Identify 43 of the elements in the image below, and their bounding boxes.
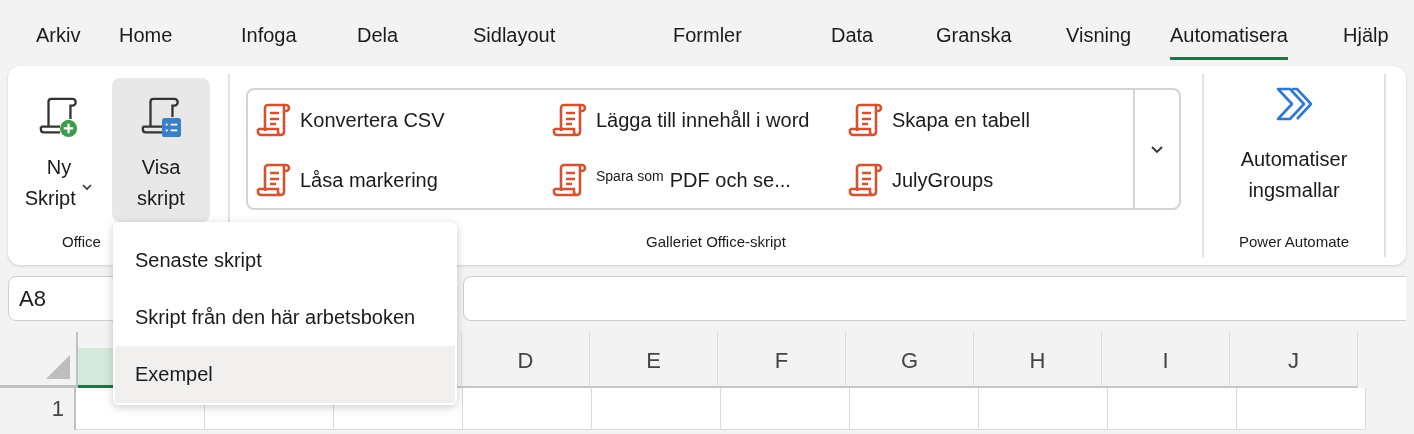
group-label: Galleriet Office-skript [645,232,787,252]
chevrons-icon [1275,86,1313,122]
script-icon [552,163,588,197]
menu-tab[interactable]: Visning [1066,20,1132,60]
menu-tab[interactable]: Home [119,20,173,60]
menu-tab[interactable]: Granska [936,20,1012,60]
script-icon [552,103,588,137]
gallery-item[interactable]: Konvertera CSV [256,90,552,150]
grid-cell[interactable] [721,388,850,430]
grid-cell[interactable] [463,388,592,430]
gallery-item[interactable]: Spara som PDF och se... [552,150,848,210]
gallery-item[interactable]: Skapa en tabell [848,90,1125,150]
new-script-button[interactable]: Ny Skript [12,78,106,222]
group-label: Office [61,232,102,252]
automation-templates-button[interactable]: Automatiser ingsmallar [1220,74,1368,218]
menu-tab[interactable]: Automatisera [1170,20,1288,60]
view-scripts-button[interactable]: Visa skript [112,78,210,222]
grid-cell[interactable] [1108,388,1237,430]
grid-cell[interactable] [850,388,979,430]
menu-tab[interactable]: Infoga [241,20,297,60]
script-icon [256,103,292,137]
script-icon [256,163,292,197]
grid-cell[interactable] [979,388,1108,430]
menu-tab[interactable]: Formler [673,20,742,60]
corner-triangle-icon [46,355,70,379]
menu-item[interactable]: Exempel [115,346,455,403]
group-label: Power Automate [1237,232,1351,252]
grid-cell[interactable] [1237,388,1366,430]
gallery-item[interactable]: Lägga till innehåll i word [552,90,848,150]
menu-tab[interactable]: Hjälp [1343,20,1389,60]
menu-item[interactable]: Skript från den här arbetsboken [115,289,455,346]
menu-tab[interactable]: Data [831,20,874,60]
formula-bar[interactable] [463,276,1406,321]
menu-tab[interactable]: Sidlayout [473,20,556,60]
chevron-down-icon [1150,144,1164,154]
menu-item[interactable]: Senaste skript [115,232,455,289]
grid-cell[interactable] [592,388,721,430]
menu-tab[interactable]: Dela [357,20,399,60]
script-icon [848,103,884,137]
gallery-item[interactable]: JulyGroups [848,150,1125,210]
menu-tab[interactable]: Arkiv [36,20,81,60]
gallery-item[interactable]: Låsa markering [256,150,552,210]
script-icon [848,163,884,197]
